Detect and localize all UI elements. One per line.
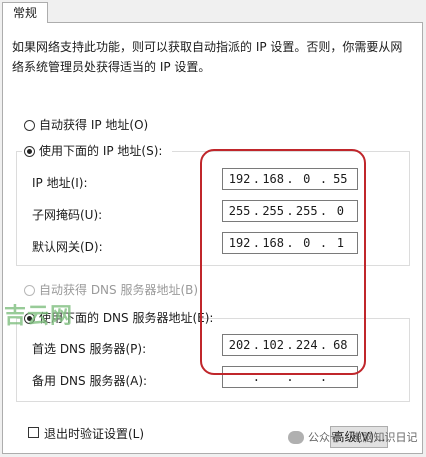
alternate-dns-label: 备用 DNS 服务器(A): <box>32 374 148 388</box>
wechat-icon <box>288 430 304 444</box>
ip-manual-radio[interactable] <box>24 146 35 157</box>
description-text: 如果网络支持此功能，则可以获取自动指派的 IP 设置。否则，你需要从网络系统管理… <box>12 40 403 74</box>
subnet-mask-label: 子网掩码(U): <box>32 208 103 222</box>
red-annotation-outline <box>200 149 366 375</box>
watermark-logo: 吉云网 <box>4 304 74 329</box>
ip-auto-label: 自动获得 IP 地址(O) <box>39 118 149 132</box>
ip-address-label: IP 地址(I): <box>32 176 88 190</box>
ip-auto-radio[interactable] <box>24 120 35 131</box>
validate-label: 退出时验证设置(L) <box>44 427 145 441</box>
gateway-label: 默认网关(D): <box>32 240 103 254</box>
preferred-dns-label: 首选 DNS 服务器(P): <box>32 342 147 356</box>
validate-checkbox[interactable] <box>28 427 39 438</box>
dns-auto-label: 自动获得 DNS 服务器地址(B) <box>39 283 199 297</box>
ip-manual-label: 使用下面的 IP 地址(S): <box>39 144 163 158</box>
credit-watermark: 公众号 · 电脑知识日记 <box>288 429 418 445</box>
dns-auto-radio[interactable] <box>24 285 35 296</box>
tab-general[interactable]: 常规 <box>2 2 48 23</box>
